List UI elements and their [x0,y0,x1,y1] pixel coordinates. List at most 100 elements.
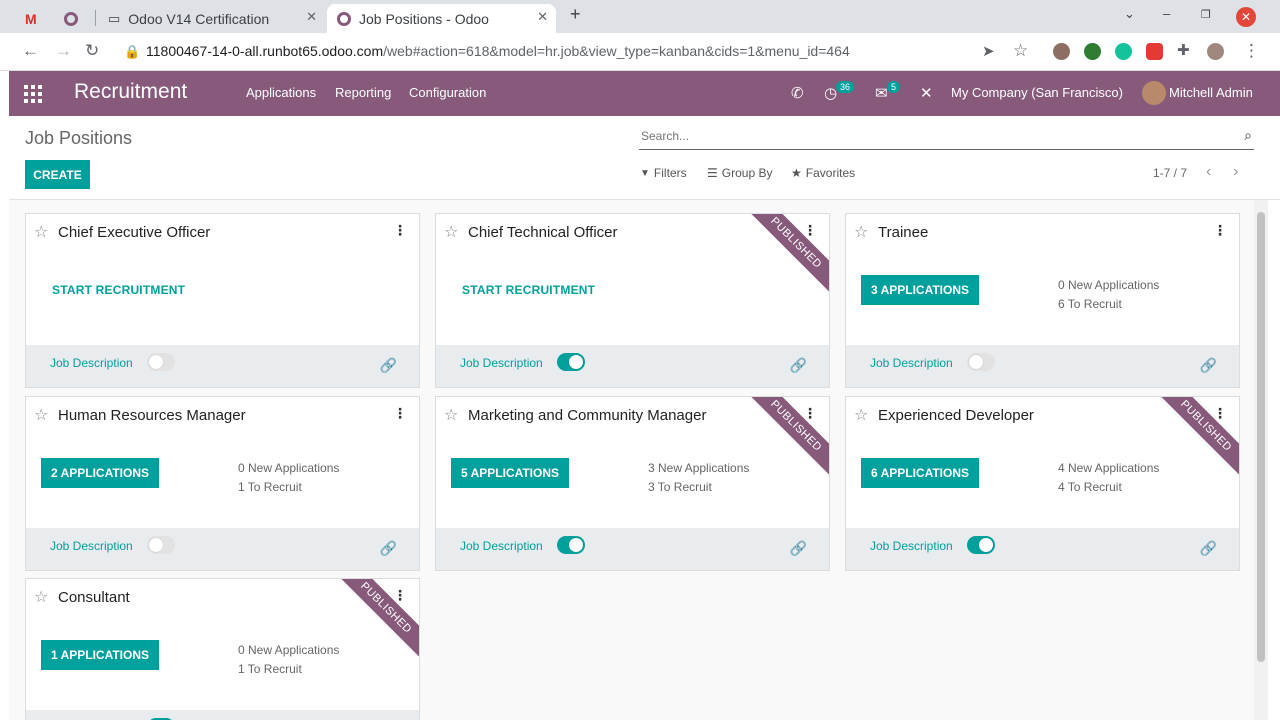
address-bar[interactable]: 11800467-14-0-all.runbot65.odoo.com/web#… [146,43,850,59]
gmail-tab[interactable]: M [25,4,50,33]
search-icon[interactable]: ⌕ [1244,127,1252,144]
link-icon[interactable]: 🔗 [380,357,397,374]
new-tab-icon[interactable]: + [570,4,581,25]
card-menu-icon[interactable]: ⋮ [803,222,817,239]
job-description-toggle[interactable] [147,353,175,371]
favorite-star-icon[interactable]: ☆ [34,405,48,425]
link-icon[interactable]: 🔗 [790,357,807,374]
new-applications-link[interactable]: 3 New Applications [648,459,749,478]
group-by-button[interactable]: ☰ Group By [707,166,772,180]
job-card[interactable]: ☆ Marketing and Community Manager PUBLIS… [435,396,830,571]
search-input[interactable] [639,124,1219,148]
card-menu-icon[interactable]: ⋮ [393,405,407,422]
browser-menu-icon[interactable]: ⋮ [1243,41,1260,61]
scrollbar-thumb[interactable] [1257,212,1265,662]
extensions-puzzle-icon[interactable]: ✚ [1177,41,1190,59]
job-title[interactable]: Marketing and Community Manager [468,407,706,424]
new-applications-link[interactable]: 0 New Applications [1058,276,1159,295]
applications-button[interactable]: 2 APPLICATIONS [41,458,160,488]
start-recruitment-button[interactable]: START RECRUITMENT [52,283,185,297]
tab-search-icon[interactable]: ⌄ [1124,6,1135,22]
favorite-star-icon[interactable]: ☆ [854,222,868,242]
lock-icon[interactable]: 🔒 [124,44,140,60]
restore-icon[interactable]: ❐ [1201,8,1211,21]
job-description-label[interactable]: Job Description [460,356,543,370]
app-brand[interactable]: Recruitment [74,80,187,104]
favorite-star-icon[interactable]: ☆ [444,405,458,425]
applications-button[interactable]: 1 APPLICATIONS [41,640,160,670]
extension-icon[interactable] [1084,43,1101,60]
extension-icon[interactable] [1146,43,1163,60]
card-menu-icon[interactable]: ⋮ [1213,222,1227,239]
grammarly-icon[interactable] [1115,43,1132,60]
job-description-label[interactable]: Job Description [460,539,543,553]
close-tab-icon[interactable]: ✕ [306,9,317,25]
forward-icon[interactable]: → [55,41,72,61]
card-menu-icon[interactable]: ⋮ [1213,405,1227,422]
job-title[interactable]: Consultant [58,589,130,606]
job-card[interactable]: ☆ Consultant PUBLISHED ⋮ 1 APPLICATIONS … [25,578,420,720]
job-title[interactable]: Trainee [878,224,928,241]
job-description-toggle[interactable] [147,536,175,554]
profile-avatar[interactable] [1207,43,1224,60]
job-description-label[interactable]: Job Description [870,356,953,370]
job-description-toggle[interactable] [967,536,995,554]
menu-configuration[interactable]: Configuration [409,85,486,100]
favorite-star-icon[interactable]: ☆ [444,222,458,242]
reload-icon[interactable]: ↻ [85,41,99,61]
favorite-star-icon[interactable]: ☆ [34,587,48,607]
new-applications-link[interactable]: 0 New Applications [238,459,339,478]
job-card[interactable]: ☆ Chief Executive Officer ⋮ START RECRUI… [25,213,420,388]
applications-button[interactable]: 3 APPLICATIONS [861,275,980,305]
pager-previous-icon[interactable]: ‹ [1206,163,1211,181]
minimize-icon[interactable]: – [1163,6,1170,21]
link-icon[interactable]: 🔗 [1200,357,1217,374]
menu-applications[interactable]: Applications [246,85,316,100]
job-title[interactable]: Human Resources Manager [58,407,246,424]
close-tab-icon[interactable]: ✕ [537,9,548,25]
favorites-button[interactable]: ★ Favorites [791,166,855,180]
user-menu[interactable]: Mitchell Admin [1169,85,1253,100]
phone-icon[interactable]: ✆ [791,84,804,102]
kanban-scrollbar[interactable] [1254,200,1268,720]
card-menu-icon[interactable]: ⋮ [803,405,817,422]
job-card[interactable]: ☆ Human Resources Manager ⋮ 2 APPLICATIO… [25,396,420,571]
start-recruitment-button[interactable]: START RECRUITMENT [462,283,595,297]
job-card[interactable]: ☆ Experienced Developer PUBLISHED ⋮ 6 AP… [845,396,1240,571]
extension-icon[interactable] [1053,43,1070,60]
job-title[interactable]: Experienced Developer [878,407,1034,424]
create-button[interactable]: CREATE [25,160,90,189]
link-icon[interactable]: 🔗 [790,540,807,557]
job-description-toggle[interactable] [557,353,585,371]
job-title[interactable]: Chief Executive Officer [58,224,210,241]
company-switcher[interactable]: My Company (San Francisco) [951,85,1123,100]
link-icon[interactable]: 🔗 [1200,540,1217,557]
close-tools-icon[interactable]: ✕ [920,84,933,102]
job-description-label[interactable]: Job Description [870,539,953,553]
tab-job-positions[interactable]: Job Positions - Odoo ✕ [327,4,556,33]
menu-reporting[interactable]: Reporting [335,85,391,100]
card-menu-icon[interactable]: ⋮ [393,222,407,239]
job-title[interactable]: Chief Technical Officer [468,224,618,241]
job-description-toggle[interactable] [967,353,995,371]
link-icon[interactable]: 🔗 [380,540,397,557]
messages-icon[interactable]: ✉ [875,84,888,102]
tab-odoo-certification[interactable]: ▭ Odoo V14 Certification ✕ [100,4,325,33]
user-avatar[interactable] [1142,81,1166,105]
new-applications-link[interactable]: 4 New Applications [1058,459,1159,478]
applications-button[interactable]: 6 APPLICATIONS [861,458,980,488]
bookmark-star-icon[interactable]: ☆ [1013,41,1028,61]
favorite-star-icon[interactable]: ☆ [34,222,48,242]
new-applications-link[interactable]: 0 New Applications [238,641,339,660]
app-menu-icon[interactable] [24,85,42,103]
job-description-label[interactable]: Job Description [50,356,133,370]
applications-button[interactable]: 5 APPLICATIONS [451,458,570,488]
pager-value[interactable]: 1-7 / 7 [1153,166,1187,180]
favorite-star-icon[interactable]: ☆ [854,405,868,425]
close-window-icon[interactable]: ✕ [1236,7,1256,27]
job-description-label[interactable]: Job Description [50,539,133,553]
card-menu-icon[interactable]: ⋮ [393,587,407,604]
job-description-toggle[interactable] [557,536,585,554]
filters-button[interactable]: ▼ Filters [640,166,687,180]
send-icon[interactable]: ➤ [982,42,995,60]
